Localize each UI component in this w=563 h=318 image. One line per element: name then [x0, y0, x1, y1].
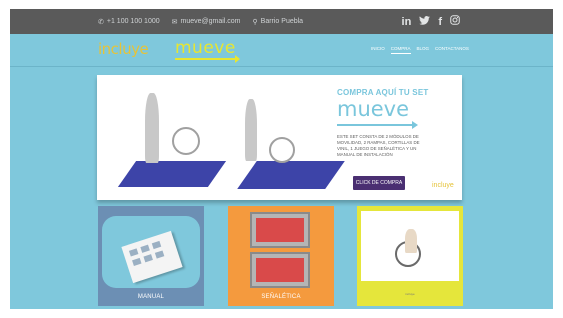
- wheelchair-image: [269, 137, 295, 163]
- nav-inicio[interactable]: INICIO: [371, 46, 385, 54]
- card-small-text: incluye: [405, 292, 415, 296]
- mail-icon: ✉: [171, 18, 178, 26]
- hero-incluye-logo: incluye: [432, 182, 454, 189]
- person-figure-image: [145, 93, 159, 163]
- nav-compra[interactable]: COMPRA: [390, 46, 411, 54]
- hero-banner: COMPRA AQUÍ TU SET mueve ESTE SET CONSTA…: [97, 75, 462, 200]
- phone-icon: ✆: [98, 18, 104, 26]
- card-label: MANUAL: [137, 294, 165, 300]
- person-figure-image: [405, 229, 417, 253]
- location-text: Barrio Puebla: [260, 18, 304, 25]
- book-icon: [121, 230, 183, 284]
- wheelchair-photo: [361, 211, 459, 281]
- incluye-logo-text: incluye: [98, 40, 149, 58]
- main-nav: INICIO COMPRA BLOG CONTACTANOS: [371, 46, 469, 54]
- mueve-logo-text: mueve: [175, 38, 236, 58]
- phone-text: +1 100 100 1000: [106, 18, 160, 25]
- manual-image: [102, 216, 200, 288]
- nav-blog[interactable]: BLOG: [417, 46, 430, 54]
- email-text: mueve@gmail.com: [180, 18, 241, 25]
- signage-image: [250, 212, 310, 248]
- mobility-mat-image: [117, 161, 227, 187]
- card-manual[interactable]: MANUAL: [98, 206, 204, 306]
- card-label: SEÑALÉTICA: [261, 294, 301, 300]
- instagram-icon[interactable]: [450, 15, 460, 28]
- linkedin-icon[interactable]: in: [402, 16, 412, 28]
- person-figure-image: [245, 99, 257, 161]
- signage-image: [250, 252, 310, 288]
- social-links: in f: [402, 9, 460, 34]
- contact-info: ✆ +1 100 100 1000 ✉ mueve@gmail.com ⚲ Ba…: [98, 9, 303, 34]
- card-wheelchair[interactable]: incluye: [357, 206, 463, 306]
- site-header: incluye mueve INICIO COMPRA BLOG CONTACT…: [10, 34, 553, 67]
- mobility-mat-image: [237, 161, 345, 189]
- phone-contact[interactable]: ✆ +1 100 100 1000: [98, 18, 160, 26]
- hero-brand-text: mueve: [337, 97, 410, 121]
- wheelchair-image: [172, 127, 200, 155]
- arrow-icon: [175, 55, 240, 63]
- incluye-logo[interactable]: incluye: [98, 40, 149, 58]
- email-contact[interactable]: ✉ mueve@gmail.com: [172, 18, 241, 26]
- mueve-logo[interactable]: mueve: [175, 38, 240, 63]
- product-cards: MANUAL SEÑALÉTICA incluye: [98, 206, 463, 309]
- arrow-icon: [337, 121, 418, 129]
- facebook-icon[interactable]: f: [438, 16, 442, 28]
- card-senaletica[interactable]: SEÑALÉTICA: [228, 206, 334, 306]
- location-contact: ⚲ Barrio Puebla: [253, 18, 304, 26]
- top-bar: ✆ +1 100 100 1000 ✉ mueve@gmail.com ⚲ Ba…: [10, 9, 553, 34]
- hero-description: ESTE SET CONSTA DE 2 MÓDULOS DE MOVILIDA…: [337, 134, 420, 157]
- hero-title: COMPRA AQUÍ TU SET: [337, 88, 429, 97]
- twitter-icon[interactable]: [419, 15, 431, 28]
- page-frame: ✆ +1 100 100 1000 ✉ mueve@gmail.com ⚲ Ba…: [10, 9, 553, 309]
- hero-brand: mueve: [337, 97, 418, 129]
- location-pin-icon: ⚲: [252, 18, 258, 26]
- nav-contactanos[interactable]: CONTACTANOS: [435, 46, 469, 54]
- buy-button[interactable]: CLICK DE COMPRA: [353, 176, 405, 190]
